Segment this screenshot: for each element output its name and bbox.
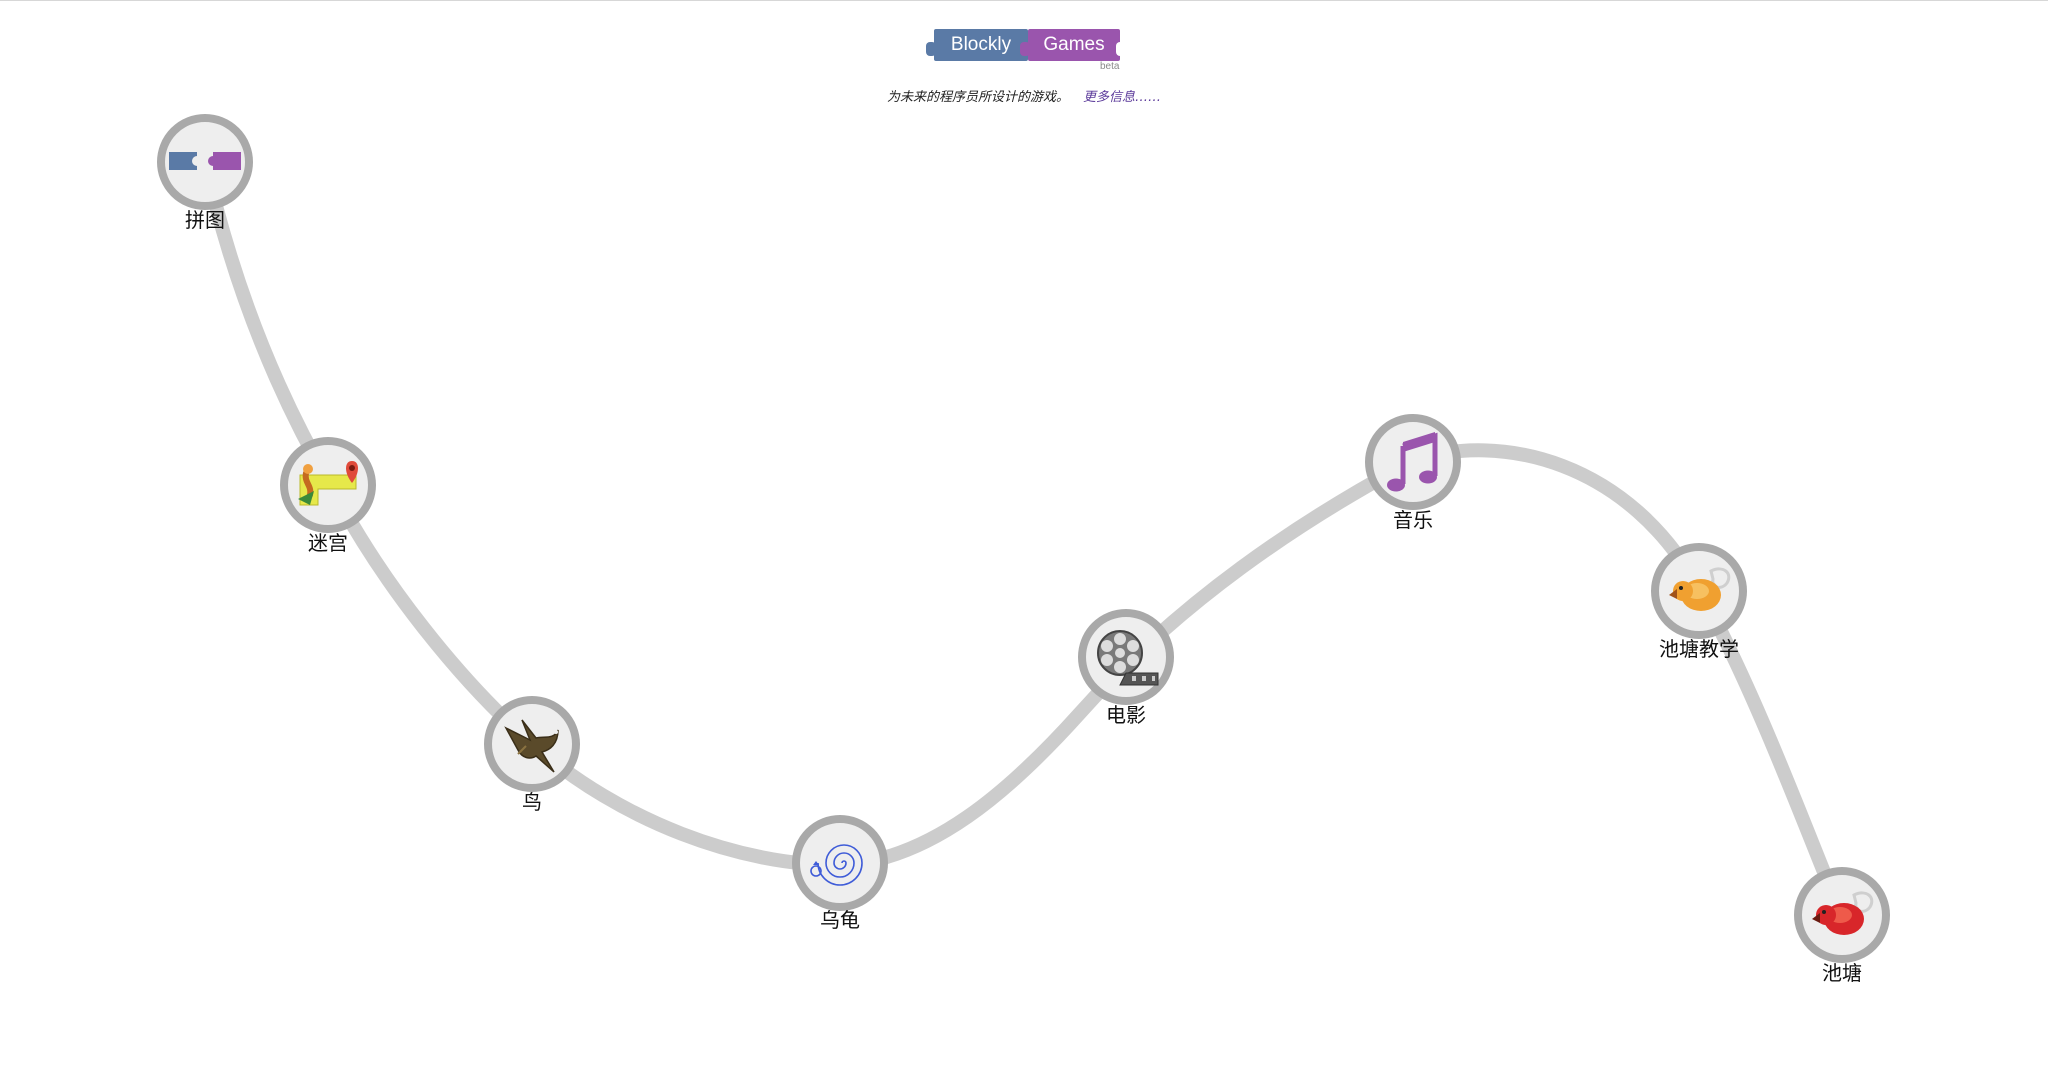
music-note-icon xyxy=(1381,430,1445,494)
bird-icon xyxy=(496,710,568,778)
logo-notch xyxy=(1020,42,1030,56)
games-map: Blockly Games beta 为未来的程序员所设计的游戏。 更多信息…… … xyxy=(0,0,2048,1077)
turtle-spiral-icon xyxy=(802,831,878,895)
game-node-bird[interactable] xyxy=(484,696,580,792)
game-node-puzzle[interactable] xyxy=(157,114,253,210)
game-label-pond[interactable]: 池塘 xyxy=(1742,957,1942,986)
game-node-pond[interactable] xyxy=(1794,867,1890,963)
duck-red-icon xyxy=(1804,885,1880,945)
logo-notch xyxy=(1116,42,1126,56)
more-info-link[interactable]: 更多信息…… xyxy=(1083,90,1161,105)
logo-games-text: Games xyxy=(1043,34,1105,55)
puzzle-icon xyxy=(165,142,245,182)
film-reel-icon xyxy=(1090,625,1162,689)
game-label-movie[interactable]: 电影 xyxy=(1026,699,1226,728)
logo-blockly-block: Blockly xyxy=(926,29,1028,61)
logo-games-block: Games xyxy=(1020,29,1126,61)
game-label-pond-tutor[interactable]: 池塘教学 xyxy=(1599,633,1799,662)
maze-icon xyxy=(292,455,364,515)
game-node-turtle[interactable] xyxy=(792,815,888,911)
logo-notch xyxy=(926,42,936,56)
game-label-music[interactable]: 音乐 xyxy=(1313,504,1513,533)
game-label-turtle[interactable]: 乌龟 xyxy=(740,904,940,933)
game-node-music[interactable] xyxy=(1365,414,1461,510)
game-node-movie[interactable] xyxy=(1078,609,1174,705)
tagline-text: 为未来的程序员所设计的游戏。 xyxy=(886,90,1069,105)
logo-blockly-text: Blockly xyxy=(950,34,1012,55)
beta-badge: beta xyxy=(1100,61,1120,72)
game-label-maze[interactable]: 迷宫 xyxy=(228,527,428,556)
duck-orange-icon xyxy=(1661,561,1737,621)
game-label-puzzle[interactable]: 拼图 xyxy=(105,204,305,233)
game-node-pond-tutor[interactable] xyxy=(1651,543,1747,639)
tagline: 为未来的程序员所设计的游戏。 更多信息…… xyxy=(0,86,2048,105)
blockly-games-logo[interactable]: Blockly Games beta xyxy=(922,25,1132,75)
game-label-bird[interactable]: 鸟 xyxy=(432,786,632,815)
game-node-maze[interactable] xyxy=(280,437,376,533)
